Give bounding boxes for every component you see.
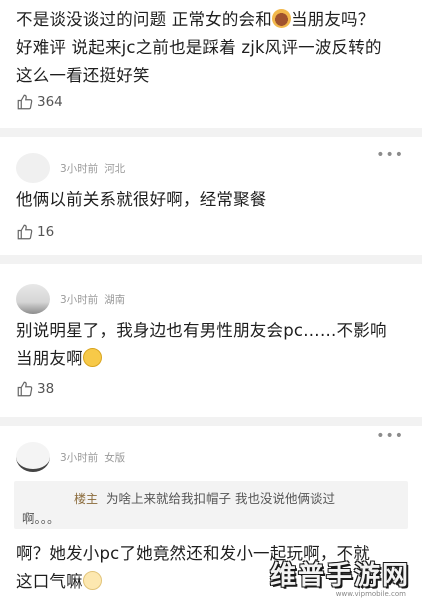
post-2-header: 3小时前 湖南 [16,284,125,314]
avatar[interactable] [16,442,50,472]
post-0-content: 不是谈没谈过的问题 正常女的会和 当朋友吗？ 好难评 说起来jc之前也是踩着 zj… [16,6,416,90]
avatar[interactable] [16,153,50,183]
bug-emoji-icon [271,9,291,28]
post-0-line-4: 这么一看还挺好笑 [16,66,150,85]
smile-emoji-icon [82,571,102,590]
post-1-text: 他俩以前关系就很好啊，经常聚餐 [16,190,267,209]
post-time: 3小时前 [60,293,99,306]
watermark-logo: 维普手游网 [269,561,410,591]
post-2-line-1: 别说明星了，我身边也有男性朋友会pc……不影响 [16,321,387,340]
thumbs-up-icon [17,224,33,240]
like-button[interactable]: 364 [16,93,63,111]
post-time: 3小时前 [60,162,99,175]
quote-author-label: 楼主 [74,492,99,506]
post-3-line-2: 这口气嘛 [16,572,83,591]
post-meta: 3小时前 河北 [60,161,125,176]
section-divider [0,417,422,426]
post-time: 3小时前 [60,451,99,464]
like-count: 364 [37,94,63,110]
section-divider [0,255,422,264]
like-button[interactable]: 38 [16,380,54,398]
like-button[interactable]: 16 [16,223,54,241]
thumbs-up-icon [17,381,33,397]
post-location: 湖南 [104,293,126,306]
post-0-line-3: 好难评 说起来jc之前也是踩着 zjk风评一波反转的 [16,38,382,57]
thinking-emoji-icon [82,348,102,367]
post-3-header: 3小时前 女版 [16,442,125,472]
thumbs-up-icon [17,94,33,110]
watermark-url: www.vipmobile.com [335,590,406,598]
like-count: 16 [37,224,55,240]
like-count: 38 [37,381,55,397]
quote-text-1: 为啥上来就给我扣帽子 我也没说他俩谈过 [106,491,335,506]
post-0-line-2: 当朋友吗？ [290,10,375,29]
post-location: 女版 [104,451,126,464]
quote-block: 楼主 为啥上来就给我扣帽子 我也没说他俩谈过 啊。。。 [14,481,408,529]
more-dots-icon[interactable]: ••• [376,147,404,163]
post-1-header: 3小时前 河北 [16,153,125,183]
post-meta: 3小时前 湖南 [60,292,125,307]
avatar[interactable] [16,284,50,314]
more-dots-icon[interactable]: ••• [376,428,404,444]
post-2-content: 别说明星了，我身边也有男性朋友会pc……不影响 当朋友啊 [16,317,416,373]
post-0-line-1: 不是谈没谈过的问题 正常女的会和 [16,10,272,29]
section-divider [0,128,422,137]
post-meta: 3小时前 女版 [60,450,125,465]
post-location: 河北 [104,162,126,175]
post-2-line-2: 当朋友啊 [16,349,83,368]
